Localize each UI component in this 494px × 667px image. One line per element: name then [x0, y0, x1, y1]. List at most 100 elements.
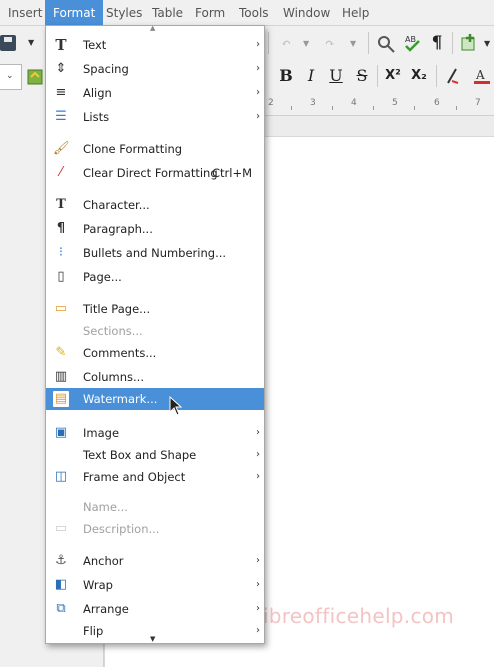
- columns-icon: ▥: [54, 369, 68, 384]
- update-style-icon[interactable]: [26, 68, 44, 86]
- chevron-right-icon: ›: [256, 471, 260, 482]
- menu-item-clear-direct-formatting[interactable]: ⁄ Clear Direct Formatting Ctrl+M: [46, 162, 264, 184]
- chevron-right-icon: ›: [256, 427, 260, 438]
- chevron-right-icon: ›: [256, 39, 260, 50]
- menu-styles[interactable]: Styles: [98, 0, 150, 26]
- menu-item-anchor[interactable]: ⚓ Anchor ›: [46, 550, 264, 572]
- toolbar-separator: [268, 32, 269, 54]
- horizontal-ruler[interactable]: 2 3 4 5 6 7: [264, 94, 494, 116]
- text-icon: T: [55, 36, 67, 54]
- align-icon: ≡: [55, 85, 67, 100]
- menu-item-paragraph[interactable]: ¶ Paragraph...: [46, 218, 264, 240]
- menu-bar: Insert Format Styles Table Form Tools Wi…: [0, 0, 494, 26]
- font-color-icon[interactable]: A: [472, 67, 494, 85]
- subscript-button[interactable]: X₂: [409, 66, 429, 86]
- scroll-up-arrow-icon[interactable]: ▲: [150, 24, 155, 32]
- title-page-icon: ▭: [54, 301, 68, 316]
- menu-item-text[interactable]: T Text ›: [46, 34, 264, 56]
- insert-table-icon[interactable]: [460, 34, 478, 52]
- find-replace-icon[interactable]: [376, 34, 396, 54]
- strikethrough-button[interactable]: S: [352, 66, 372, 86]
- ruler-tick: 5: [392, 98, 398, 108]
- menu-item-text-box-shape[interactable]: Text Box and Shape ›: [46, 444, 264, 466]
- chevron-right-icon: ›: [256, 625, 260, 636]
- menu-item-spacing[interactable]: ⇕ Spacing ›: [46, 58, 264, 80]
- bold-button[interactable]: B: [276, 66, 296, 86]
- menu-item-frame-object[interactable]: ◫ Frame and Object ›: [46, 466, 264, 488]
- chevron-right-icon: ›: [256, 87, 260, 98]
- character-icon: T: [56, 197, 66, 212]
- toolbar-separator: [377, 65, 378, 87]
- menu-help[interactable]: Help: [334, 0, 377, 26]
- chevron-right-icon: ›: [256, 111, 260, 122]
- menu-item-sections[interactable]: Sections...: [46, 320, 264, 342]
- menu-item-character[interactable]: T Character...: [46, 194, 264, 216]
- frame-icon: ◫: [54, 469, 68, 484]
- toolbar-separator: [368, 32, 369, 54]
- menu-item-columns[interactable]: ▥ Columns...: [46, 366, 264, 388]
- menu-tools[interactable]: Tools: [231, 0, 277, 26]
- underline-button[interactable]: U: [326, 66, 346, 86]
- menu-item-wrap[interactable]: ◧ Wrap ›: [46, 574, 264, 596]
- ruler-tick: 2: [268, 98, 274, 108]
- spacing-icon: ⇕: [55, 61, 67, 76]
- scroll-down-arrow-icon[interactable]: ▼: [150, 635, 155, 643]
- arrange-icon: ⧉: [56, 601, 66, 616]
- anchor-icon: ⚓: [55, 553, 67, 568]
- menu-form[interactable]: Form: [187, 0, 233, 26]
- menu-item-title-page[interactable]: ▭ Title Page...: [46, 298, 264, 320]
- menu-item-page[interactable]: ▯ Page...: [46, 266, 264, 288]
- save-dropdown-arrow-icon[interactable]: ▼: [28, 38, 34, 47]
- undo-dropdown-icon[interactable]: ▼: [303, 39, 309, 48]
- clear-formatting-icon[interactable]: [444, 67, 462, 85]
- watermark-icon: ▤: [53, 391, 69, 407]
- menu-item-comments[interactable]: ✎ Comments...: [46, 342, 264, 364]
- chevron-right-icon: ›: [256, 603, 260, 614]
- lists-icon: ☰: [55, 109, 67, 124]
- menu-item-clone-formatting[interactable]: 🖌 Clone Formatting: [46, 138, 264, 160]
- svg-text:A: A: [475, 68, 485, 82]
- menu-item-arrange[interactable]: ⧉ Arrange ›: [46, 598, 264, 620]
- comments-icon: ✎: [55, 345, 67, 360]
- paintbrush-icon: 🖌: [53, 141, 70, 156]
- paragraph-style-box[interactable]: ⌄: [0, 64, 22, 90]
- clear-formatting-icon: ⁄: [59, 165, 63, 180]
- svg-text:AB: AB: [405, 35, 416, 44]
- menu-item-name[interactable]: Name...: [46, 496, 264, 518]
- chevron-down-icon: ⌄: [6, 71, 14, 81]
- spelling-icon[interactable]: AB: [402, 33, 422, 53]
- toolbar-separator: [436, 65, 437, 87]
- shortcut-label: Ctrl+M: [212, 166, 253, 180]
- menu-item-bullets-numbering[interactable]: ⁝ Bullets and Numbering...: [46, 242, 264, 264]
- menu-item-lists[interactable]: ☰ Lists ›: [46, 106, 264, 128]
- menu-item-image[interactable]: ▣ Image ›: [46, 422, 264, 444]
- format-menu: ▲ T Text › ⇕ Spacing › ≡ Align › ☰ Lists…: [45, 24, 265, 644]
- chevron-right-icon: ›: [256, 449, 260, 460]
- menu-window[interactable]: Window: [275, 0, 338, 26]
- redo-icon[interactable]: ↷: [320, 33, 340, 53]
- menu-format[interactable]: Format: [45, 0, 104, 26]
- bullets-numbering-icon: ⁝: [58, 245, 64, 260]
- superscript-button[interactable]: X²: [383, 66, 403, 86]
- menu-item-align[interactable]: ≡ Align ›: [46, 82, 264, 104]
- ruler-tick: 3: [310, 98, 316, 108]
- menu-item-watermark[interactable]: ▤ Watermark...: [46, 388, 264, 410]
- undo-icon[interactable]: ↶: [276, 33, 296, 53]
- redo-dropdown-icon[interactable]: ▼: [350, 39, 356, 48]
- description-icon: ▭: [54, 521, 68, 536]
- chevron-right-icon: ›: [256, 63, 260, 74]
- image-icon: ▣: [54, 425, 68, 440]
- menu-insert[interactable]: Insert: [0, 0, 50, 26]
- ruler-tick: 6: [434, 98, 440, 108]
- page-icon: ▯: [57, 269, 65, 284]
- save-icon[interactable]: [0, 35, 16, 51]
- formatting-marks-icon[interactable]: ¶: [427, 33, 447, 53]
- wrap-icon: ◧: [54, 577, 68, 592]
- ruler-tick: 7: [475, 98, 481, 108]
- italic-button[interactable]: I: [301, 66, 321, 86]
- table-dropdown-icon[interactable]: ▼: [484, 39, 490, 48]
- menu-item-description[interactable]: ▭ Description...: [46, 518, 264, 540]
- menu-table[interactable]: Table: [144, 0, 191, 26]
- chevron-right-icon: ›: [256, 579, 260, 590]
- site-watermark: libreofficehelp.com: [257, 604, 455, 628]
